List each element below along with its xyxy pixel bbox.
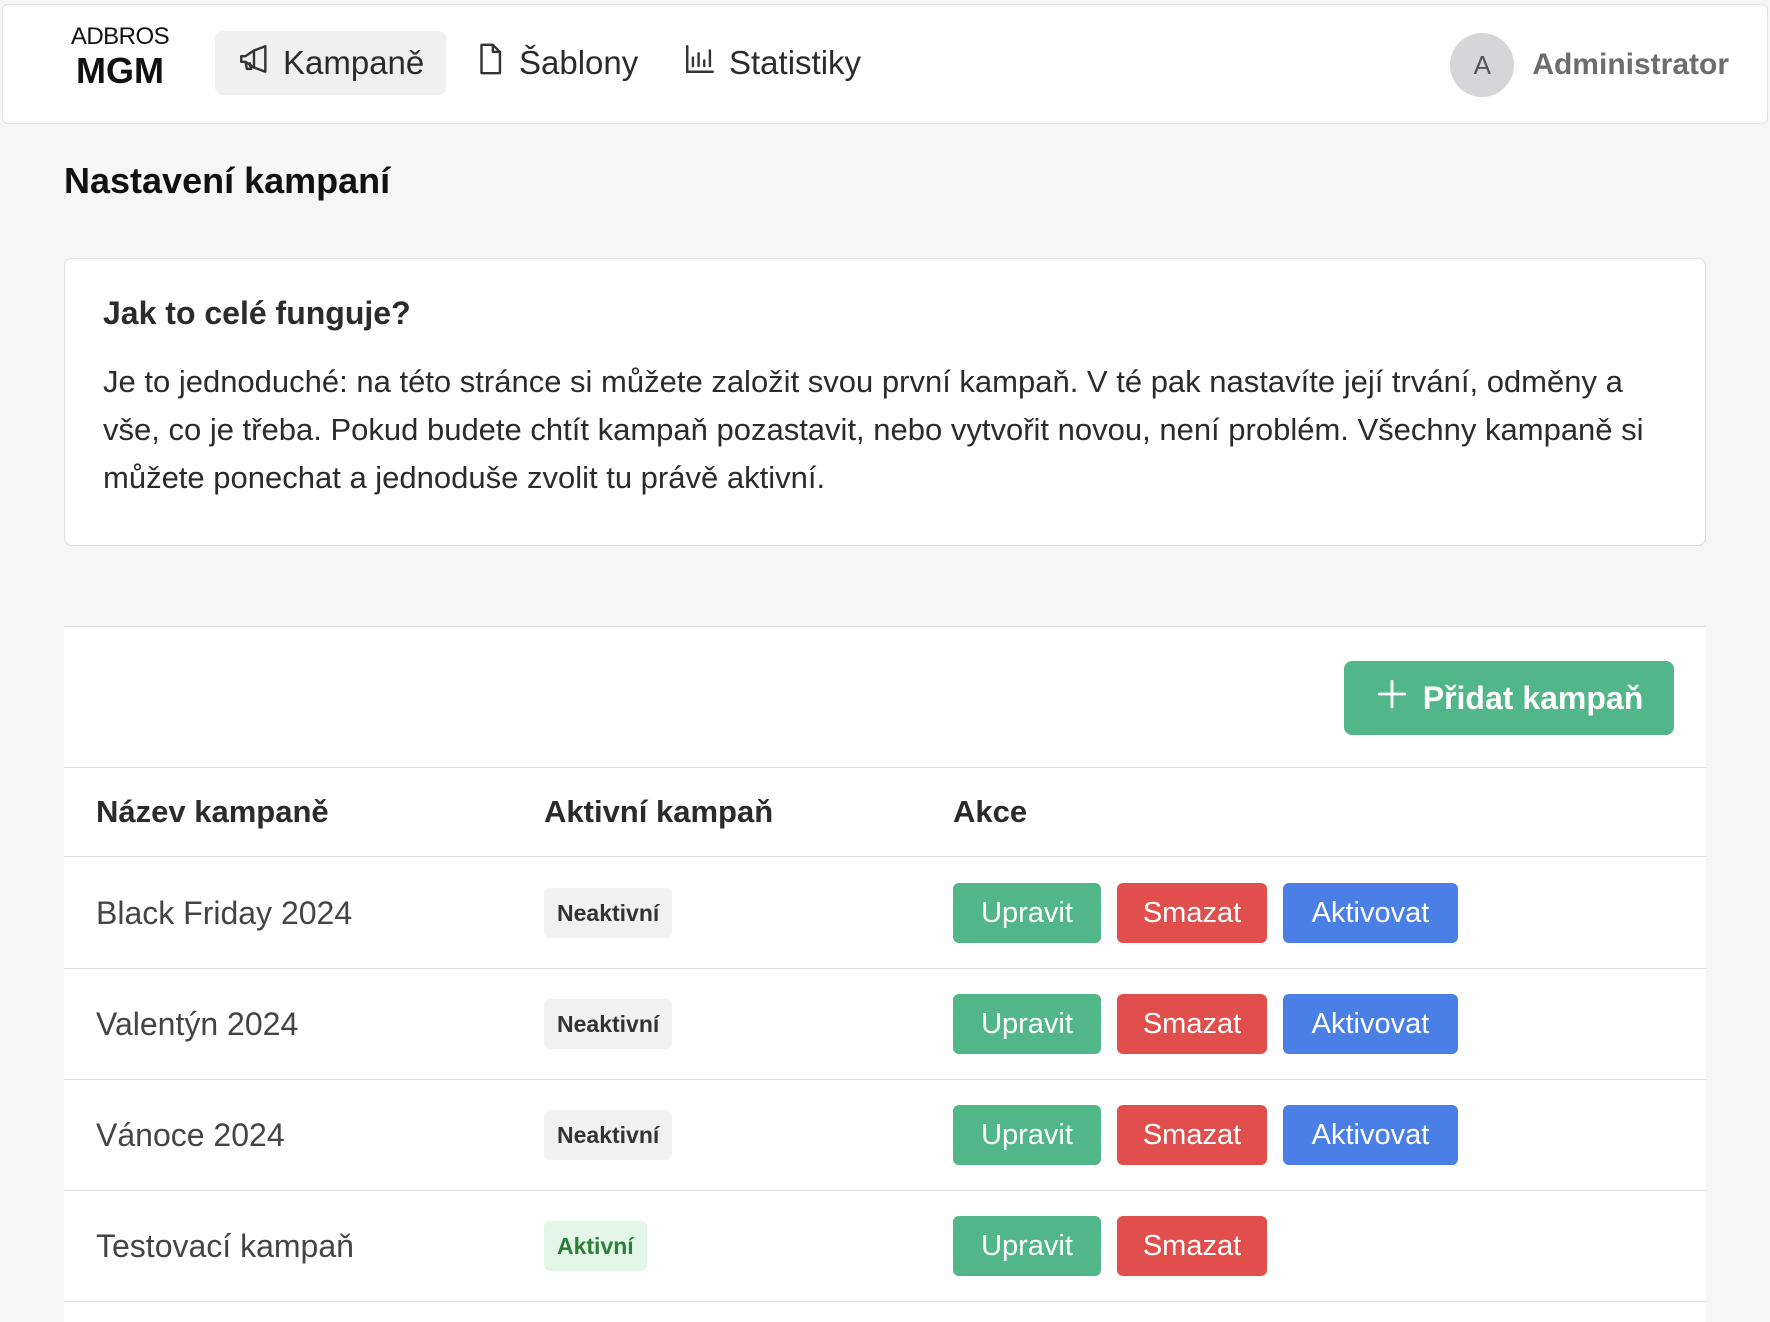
activate-button[interactable]: Aktivovat [1283, 1105, 1458, 1165]
status-badge: Neaktivní [544, 888, 673, 938]
top-navbar: ADBROS MGM Kampaně Šablony Statistiky A … [2, 4, 1768, 124]
campaign-name: Valentýn 2024 [96, 1005, 299, 1042]
status-badge: Neaktivní [544, 999, 673, 1049]
page-title: Nastavení kampaní [64, 160, 391, 201]
edit-button[interactable]: Upravit [953, 883, 1101, 943]
row-actions: Upravit Smazat Aktivovat [953, 883, 1458, 943]
campaign-name: Vánoce 2024 [96, 1116, 285, 1153]
table-header: Název kampaně Aktivní kampaň Akce [64, 767, 1706, 857]
table-row: Testovací kampaň Aktivní Upravit Smazat [64, 1191, 1706, 1302]
logo[interactable]: ADBROS MGM [65, 23, 175, 91]
bar-chart-icon [683, 42, 717, 84]
delete-button[interactable]: Smazat [1117, 883, 1267, 943]
campaigns-panel: Přidat kampaň Název kampaně Aktivní kamp… [64, 626, 1706, 1322]
status-badge: Aktivní [544, 1221, 647, 1271]
edit-button[interactable]: Upravit [953, 994, 1101, 1054]
info-text: Je to jednoduché: na této stránce si můž… [103, 364, 1644, 495]
info-title: Jak to celé funguje? [103, 295, 411, 331]
status-badge: Neaktivní [544, 1110, 673, 1160]
logo-bottom-text: MGM [76, 50, 164, 91]
table-row: Black Friday 2024 Neaktivní Upravit Smaz… [64, 858, 1706, 969]
nav-item-label: Šablony [519, 44, 639, 81]
delete-button[interactable]: Smazat [1117, 1216, 1267, 1276]
campaign-name: Testovací kampaň [96, 1227, 354, 1264]
row-actions: Upravit Smazat Aktivovat [953, 1105, 1458, 1165]
column-header-name: Název kampaně [96, 794, 329, 829]
user-menu[interactable]: A Administrator [1450, 33, 1729, 97]
megaphone-icon [237, 42, 271, 84]
nav-item-kampane[interactable]: Kampaně [215, 31, 447, 95]
row-actions: Upravit Smazat [953, 1216, 1267, 1276]
logo-top-text: ADBROS [70, 23, 170, 50]
activate-button[interactable]: Aktivovat [1283, 994, 1458, 1054]
add-campaign-button[interactable]: Přidat kampaň [1344, 661, 1674, 735]
edit-button[interactable]: Upravit [953, 1216, 1101, 1276]
info-card: Jak to celé funguje? Je to jednoduché: n… [64, 258, 1706, 546]
nav-item-label: Statistiky [729, 44, 862, 81]
nav-item-statistiky[interactable]: Statistiky [661, 31, 883, 95]
nav-item-sablony[interactable]: Šablony [451, 31, 660, 95]
avatar[interactable]: A [1450, 33, 1515, 97]
campaign-name: Black Friday 2024 [96, 894, 353, 931]
plus-icon [1375, 677, 1409, 719]
document-icon [473, 42, 507, 84]
add-campaign-label: Přidat kampaň [1422, 679, 1644, 716]
column-header-active: Aktivní kampaň [544, 794, 774, 829]
nav-item-label: Kampaně [283, 44, 425, 81]
column-header-actions: Akce [953, 794, 1028, 829]
delete-button[interactable]: Smazat [1117, 1105, 1267, 1165]
edit-button[interactable]: Upravit [953, 1105, 1101, 1165]
user-name[interactable]: Administrator [1532, 48, 1729, 82]
table-row: Valentýn 2024 Neaktivní Upravit Smazat A… [64, 969, 1706, 1080]
table-row: Vánoce 2024 Neaktivní Upravit Smazat Akt… [64, 1080, 1706, 1191]
delete-button[interactable]: Smazat [1117, 994, 1267, 1054]
row-actions: Upravit Smazat Aktivovat [953, 994, 1458, 1054]
activate-button[interactable]: Aktivovat [1283, 883, 1458, 943]
